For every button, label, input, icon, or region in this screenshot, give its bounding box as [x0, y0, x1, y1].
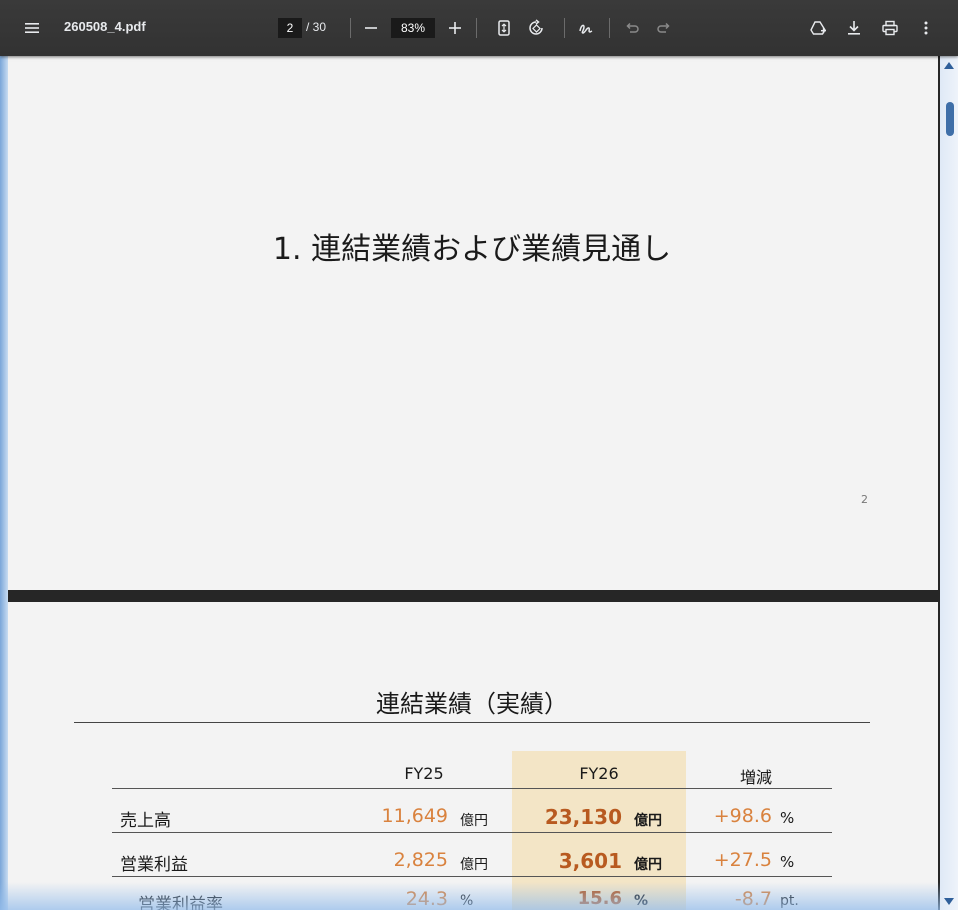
page-number-label: 2 — [861, 493, 868, 506]
fy25-unit: 億円 — [460, 813, 488, 829]
row-label-sales: 売上高 — [120, 811, 171, 831]
menu-icon[interactable] — [18, 14, 46, 42]
heading-rule — [74, 722, 870, 723]
fy26-value: 15.6 — [577, 888, 622, 909]
fy25-value: 11,649 — [381, 805, 448, 827]
toolbar-divider — [350, 18, 351, 38]
column-header-fy25: FY25 — [404, 764, 444, 783]
change-unit: pt. — [780, 893, 799, 909]
undo-icon[interactable] — [618, 14, 646, 42]
change-unit: % — [780, 853, 795, 871]
pdf-toolbar: 260508_4.pdf 2 / 30 83% — [0, 0, 958, 56]
change-value: +27.5 — [713, 849, 772, 871]
scrollbar-thumb[interactable] — [946, 102, 954, 136]
change-value: -8.7 — [734, 888, 772, 910]
change-unit: % — [780, 809, 795, 827]
scroll-down-arrow-icon[interactable] — [944, 898, 954, 905]
page-number-input[interactable]: 2 — [278, 18, 302, 38]
draw-icon[interactable] — [572, 14, 600, 42]
row-label-operating-profit: 営業利益 — [120, 855, 188, 875]
fy25-value: 24.3 — [405, 888, 448, 910]
add-to-drive-icon[interactable] — [804, 14, 832, 42]
fy26-unit: 億円 — [634, 857, 662, 873]
fy25-unit: % — [460, 893, 474, 909]
fy26-unit: 億円 — [634, 813, 662, 829]
table-rule — [112, 876, 832, 877]
pdf-page-3: 連結業績（実績） FY25 FY26 増減 売上高 11,649 億円 23,1… — [6, 602, 938, 910]
document-title: 260508_4.pdf — [64, 19, 146, 34]
download-icon[interactable] — [840, 14, 868, 42]
toolbar-divider — [476, 18, 477, 38]
row-label-operating-margin: 営業利益率 — [138, 895, 223, 910]
table-rule — [112, 788, 832, 789]
slide-heading: 連結業績（実績） — [376, 690, 568, 718]
toolbar-divider — [609, 18, 610, 38]
redo-icon[interactable] — [650, 14, 678, 42]
fy26-value: 3,601 — [558, 849, 622, 873]
zoom-input[interactable]: 83% — [391, 18, 435, 38]
fit-page-icon[interactable] — [490, 14, 518, 42]
window-edge-glow — [0, 56, 8, 910]
change-value: +98.6 — [713, 805, 772, 827]
print-icon[interactable] — [876, 14, 904, 42]
fy26-value: 23,130 — [544, 805, 622, 829]
section-heading: 1. 連結業績および業績見通し — [272, 232, 672, 267]
zoom-out-icon[interactable] — [357, 14, 385, 42]
fy26-unit: % — [634, 893, 649, 909]
toolbar-divider — [564, 18, 565, 38]
pdf-page-2: 1. 連結業績および業績見通し 2 — [6, 56, 938, 590]
vertical-scrollbar[interactable] — [940, 56, 958, 910]
column-header-fy26: FY26 — [579, 764, 619, 783]
page-total: / 30 — [306, 20, 327, 34]
fy25-unit: 億円 — [460, 857, 488, 873]
table-rule — [112, 832, 832, 833]
zoom-in-icon[interactable] — [441, 14, 469, 42]
scroll-up-arrow-icon[interactable] — [944, 62, 954, 69]
document-viewer[interactable]: 1. 連結業績および業績見通し 2 連結業績（実績） FY25 FY26 増減 … — [0, 56, 940, 910]
rotate-icon[interactable] — [522, 14, 550, 42]
more-icon[interactable] — [912, 14, 940, 42]
column-header-change: 増減 — [739, 768, 772, 787]
fy25-value: 2,825 — [393, 849, 448, 871]
